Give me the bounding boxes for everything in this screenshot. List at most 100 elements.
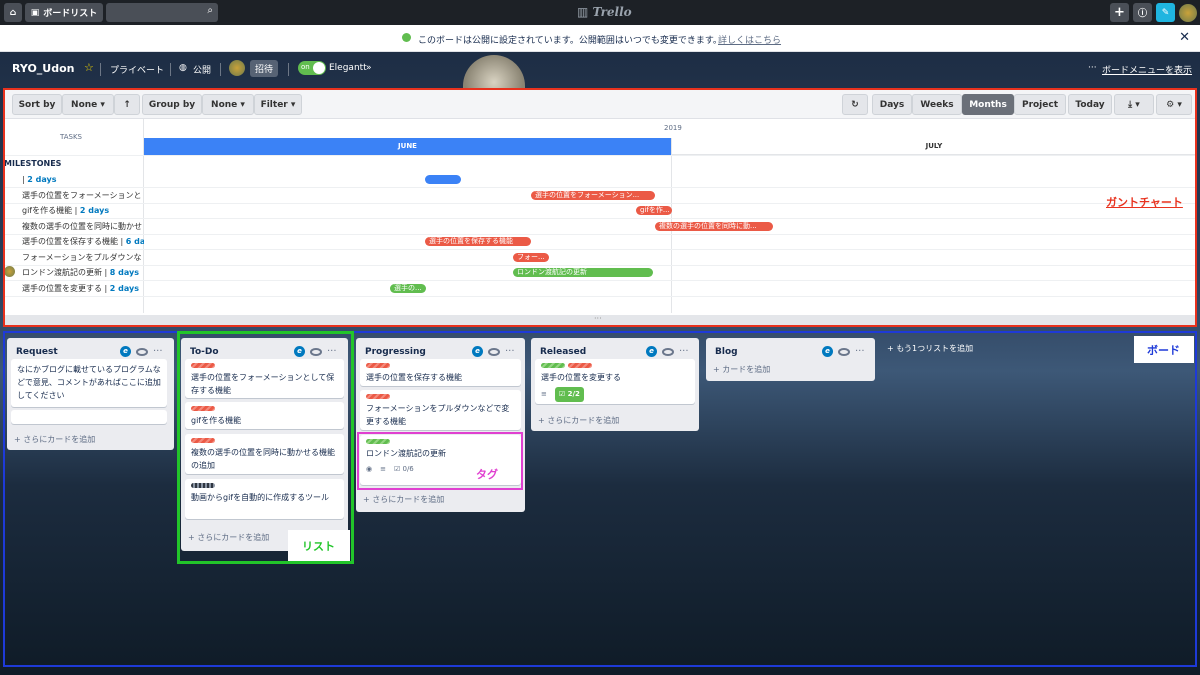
task-row-name[interactable]: 複数の選手の位置を同時に動かせ [22,219,144,234]
close-icon[interactable]: ✕ [1179,30,1190,45]
elegantt-icon: e [472,346,483,357]
gantt-bar[interactable]: 選手の... [390,283,426,293]
resize-handle[interactable]: ··· [4,314,1196,325]
task-row-name[interactable]: フォーメーションをプルダウンな [22,250,144,265]
task-row-name[interactable]: 選手の位置を保存する機能 | 6 days [22,234,144,249]
sort-by-button[interactable]: Sort by [12,94,62,115]
member-avatar[interactable] [229,60,245,76]
group-none-select[interactable]: None ▾ [202,94,254,115]
gantt-chart-panel: Sort by None ▾ ↑ Group by None ▾ Filter … [4,90,1196,325]
powerup-name[interactable]: Elegantt [329,63,367,73]
card[interactable]: gifを作る機能 [185,402,344,429]
weeks-button[interactable]: Weeks [912,94,962,115]
task-row-name[interactable]: ロンドン渡航記の更新 | 8 days [22,265,144,280]
visibility-public[interactable]: 公開 [193,63,211,76]
add-card-button[interactable]: + さらにカードを追加 [538,415,619,426]
list-request: Request e ··· なにかブログに載せているプログラムなどで意見、コメント… [7,338,174,450]
sort-none-select[interactable]: None ▾ [62,94,114,115]
sort-direction-icon[interactable]: ↑ [114,94,140,115]
gantt-bar[interactable]: 選手の位置を保存する機能 [425,237,531,246]
eye-icon [838,347,850,356]
search-input[interactable]: ⌕ [106,3,218,22]
task-row-name[interactable]: gifを作る機能 | 2 days [22,203,144,218]
card[interactable]: 複数の選手の位置を同時に動かせる機能の追加 [185,434,344,474]
gantt-grid: TASKS 2019 JUNE JULY MILESTONES | 2 days… [4,119,1196,325]
days-button[interactable]: Days [872,94,912,115]
gantt-bar[interactable]: 選手の位置をフォーメーション... [531,190,655,200]
gantt-bar[interactable]: gifを作... [636,206,672,215]
banner-message: このボードは公開に設定されています。公開範囲はいつでも変更できます。 [418,36,722,46]
gantt-bar[interactable] [425,175,461,184]
more-icon[interactable]: ··· [1088,63,1097,73]
search-icon: ⌕ [207,5,213,16]
month-june: JUNE [144,138,671,155]
project-button[interactable]: Project [1014,94,1066,115]
add-card-button[interactable]: + カードを追加 [713,364,770,375]
download-icon[interactable]: ⤓ ▾ [1114,94,1154,115]
bell-icon[interactable]: ✎ [1156,3,1175,22]
gantt-bar[interactable]: フォー... [513,252,549,262]
top-bar: ⌂ ▣ ボードリスト ⌕ ▥ Trello + ⓘ ✎ [0,0,1200,25]
add-card-button[interactable]: + さらにカードを追加 [188,532,269,543]
more-icon[interactable]: ··· [153,346,163,356]
more-icon[interactable]: ··· [679,346,689,356]
checklist-badge: ☑ 2/2 [554,387,584,402]
elegantt-icon: e [646,346,657,357]
refresh-icon[interactable]: ↻ [842,94,868,115]
card[interactable]: 選手の位置を保存する機能 [360,359,521,386]
gear-icon[interactable]: ⚙ ▾ [1156,94,1192,115]
gantt-bar[interactable]: 複数の選手の位置を同時に動... [655,221,773,231]
user-avatar[interactable] [1179,4,1197,22]
eye-icon: ◉ [366,465,373,473]
task-row-name[interactable]: | 2 days [22,172,144,187]
gantt-toolbar: Sort by None ▾ ↑ Group by None ▾ Filter … [4,90,1196,119]
months-button[interactable]: Months [962,94,1014,115]
list-progressing: Progressing e ··· 選手の位置を保存する機能 フォーメーションをプ… [356,338,525,512]
trello-logo[interactable]: ▥ Trello [577,5,632,19]
filter-button[interactable]: Filter ▾ [254,94,302,115]
eye-icon [136,347,148,356]
gantt-bar[interactable]: ロンドン渡航記の更新 [513,268,653,277]
star-icon[interactable]: ☆ [84,61,94,74]
board-menu-link[interactable]: ボードメニューを表示 [1102,63,1192,76]
today-button[interactable]: Today [1068,94,1112,115]
chevron-down-icon[interactable]: » [366,63,372,73]
board-header: RYO_Udon ☆ プライベート ◍ 公開 招待 on Elegantt » … [0,52,1200,86]
task-row-name[interactable]: 選手の位置を変更する | 2 days [22,281,144,296]
checklist-icon: ☑ 0/6 [393,465,414,473]
home-icon[interactable]: ⌂ [4,3,22,22]
visibility-private[interactable]: プライベート [110,63,164,76]
card[interactable]: なにかブログに載せているプログラムなどで意見、コメントがあればここに追加してくだ… [11,359,167,407]
card[interactable]: フォーメーションをプルダウンなどで変更する機能 [360,390,521,430]
card-composer[interactable] [11,410,167,424]
add-card-button[interactable]: + さらにカードを追加 [14,434,95,445]
add-list-button[interactable]: + もう1つリストを追加 [887,343,973,354]
boards-button[interactable]: ▣ ボードリスト [25,3,103,22]
tasks-header: TASKS [60,133,82,141]
more-icon[interactable]: ··· [505,346,515,356]
elegantt-icon: e [294,346,305,357]
info-icon[interactable]: ⓘ [1133,3,1152,22]
elegantt-toggle[interactable]: on [298,61,326,75]
learn-more-link[interactable]: 詳しくはこちら [718,33,781,46]
task-row-name[interactable]: 選手の位置をフォーメーションと [22,188,144,203]
invite-button[interactable]: 招待 [250,60,279,77]
card[interactable]: 選手の位置を変更する ≡ ☑ 2/2 [535,359,695,404]
more-icon[interactable]: ··· [855,346,865,356]
eye-icon [662,347,674,356]
more-icon[interactable]: ··· [327,346,337,356]
boards-icon: ▣ [30,7,40,18]
board-title[interactable]: RYO_Udon [12,62,75,75]
elegantt-icon: e [822,346,833,357]
month-july: JULY [671,138,1196,155]
globe-icon: ◍ [179,63,187,73]
globe-icon [402,33,411,42]
list-annotation-label: リスト [302,540,335,553]
card[interactable]: 選手の位置をフォーメーションとして保存する機能 [185,359,344,398]
plus-icon[interactable]: + [1110,3,1129,22]
group-by-button[interactable]: Group by [142,94,202,115]
description-icon: ≡ [380,465,386,473]
public-board-banner: このボードは公開に設定されています。公開範囲はいつでも変更できます。 詳しくはこ… [0,25,1200,52]
card[interactable]: 動画からgifを自動的に作成するツール [185,479,344,519]
add-card-button[interactable]: + さらにカードを追加 [363,494,444,505]
